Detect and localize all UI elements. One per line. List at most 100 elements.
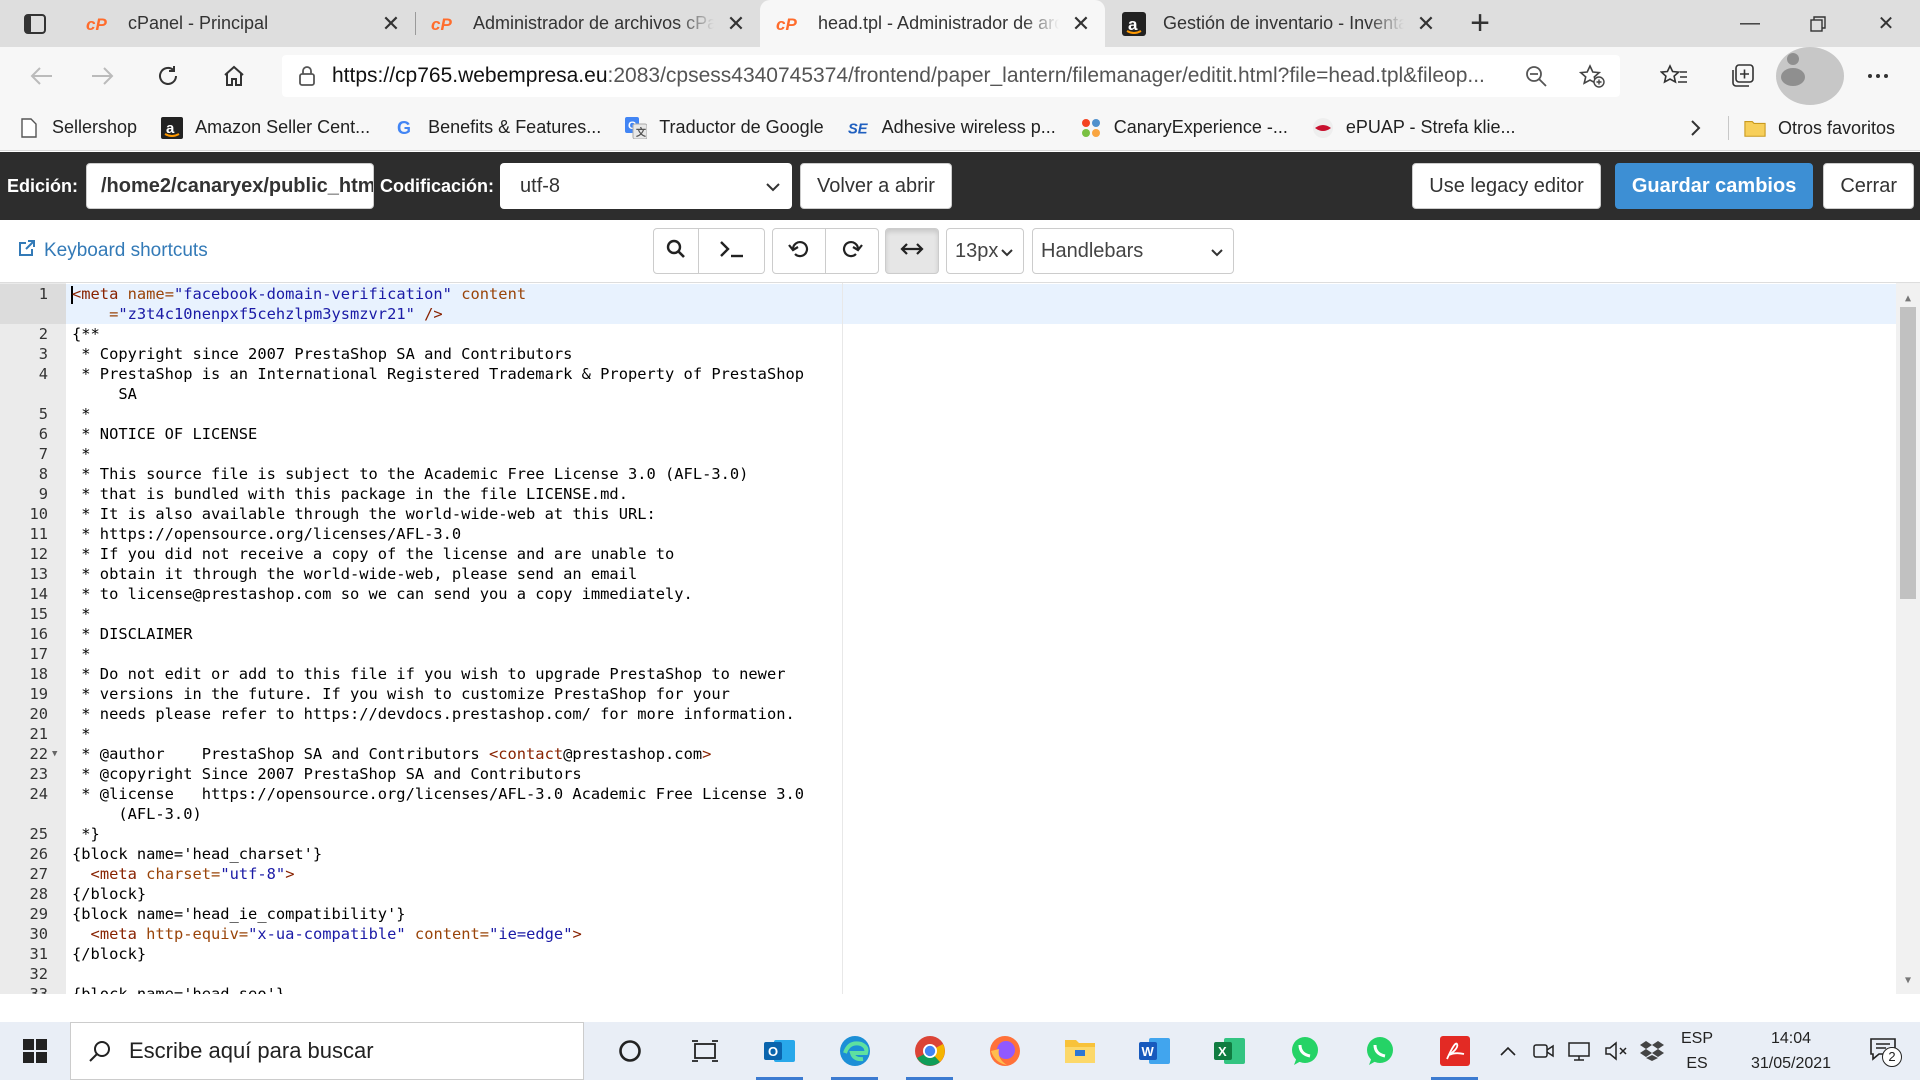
bookmark-item[interactable]: Sellershop [18, 117, 137, 139]
new-tab-button[interactable]: + [1450, 0, 1510, 47]
taskbar-search[interactable]: Escribe aquí para buscar [70, 1022, 584, 1080]
redo-icon [841, 238, 863, 265]
file-explorer-icon[interactable] [1042, 1022, 1117, 1080]
forward-icon[interactable] [72, 47, 132, 105]
close-tab-icon[interactable]: ✕ [379, 11, 403, 36]
bookmark-item[interactable]: SE Adhesive wireless p... [848, 117, 1056, 139]
cortana-icon[interactable] [592, 1022, 667, 1080]
code-line: * needs please refer to https://devdocs.… [72, 705, 795, 723]
more-options-icon[interactable] [1844, 47, 1912, 105]
minimize-icon[interactable]: — [1716, 0, 1784, 47]
line-number: 2 [38, 325, 48, 343]
volume-muted-icon[interactable] [1598, 1041, 1634, 1061]
scroll-up-arrow-icon[interactable]: ▲ [1896, 289, 1920, 307]
window-controls: — ✕ [1716, 0, 1920, 47]
chrome-icon[interactable] [892, 1022, 967, 1080]
clock[interactable]: 14:04 31/05/2021 [1736, 1026, 1846, 1076]
whatsapp-icon[interactable] [1267, 1022, 1342, 1080]
bookmark-item[interactable]: G Benefits & Features... [394, 117, 601, 139]
bookmark-item[interactable]: a Amazon Seller Cent... [161, 116, 370, 139]
firefox-icon[interactable] [967, 1022, 1042, 1080]
close-window-icon[interactable]: ✕ [1852, 0, 1920, 47]
bookmark-item[interactable]: G文 Traductor de Google [625, 116, 824, 139]
line-number: 20 [29, 705, 48, 723]
whatsapp-icon[interactable] [1342, 1022, 1417, 1080]
fold-arrow-icon[interactable]: ▼ [52, 749, 57, 759]
line-number: 14 [29, 585, 48, 603]
more-bookmarks-chevron-icon[interactable] [1690, 105, 1702, 151]
edge-icon[interactable] [817, 1022, 892, 1080]
close-button[interactable]: Cerrar [1823, 163, 1914, 209]
task-view-icon[interactable] [667, 1022, 742, 1080]
code-editor[interactable]: 1 2 3 4 5 6 7 8 9 10 11 12 13 14 15 16 1… [0, 282, 1920, 994]
vertical-scrollbar[interactable]: ▲ ▼ [1896, 283, 1920, 994]
lock-icon[interactable] [282, 65, 332, 87]
encoding-select[interactable]: utf-8 [500, 163, 793, 209]
bookmark-label: Traductor de Google [659, 117, 824, 137]
bookmark-item[interactable]: ePUAP - Strefa klie... [1312, 117, 1516, 139]
encoding-value: utf-8 [520, 174, 561, 197]
language-code: ESP [1680, 1030, 1713, 1047]
code-line: * [72, 725, 91, 743]
undo-button[interactable] [772, 228, 826, 274]
profile-avatar[interactable] [1776, 47, 1844, 105]
legacy-editor-button[interactable]: Use legacy editor [1412, 163, 1601, 209]
wrap-arrows-icon [900, 242, 924, 261]
collections-icon[interactable] [1708, 47, 1776, 105]
line-number: 11 [29, 525, 48, 543]
excel-icon[interactable]: X [1192, 1022, 1267, 1080]
windows-start-icon[interactable] [0, 1022, 70, 1080]
file-path-field[interactable]: /home2/canaryex/public_html [86, 163, 374, 209]
favorites-icon[interactable] [1640, 47, 1708, 105]
scroll-down-arrow-icon[interactable]: ▼ [1896, 971, 1920, 989]
code-line: * @license https://opensource.org/licens… [72, 785, 805, 803]
address-bar[interactable]: https://cp765.webempresa.eu:2083/cpsess4… [282, 55, 1620, 97]
meet-now-icon[interactable] [1526, 1042, 1562, 1060]
keyboard-shortcuts-link[interactable]: Keyboard shortcuts [18, 239, 208, 263]
input-language[interactable]: ESP ES [1672, 1026, 1722, 1076]
chevron-up-icon[interactable] [1490, 1046, 1526, 1056]
close-tab-icon[interactable]: ✕ [724, 11, 748, 36]
search-button[interactable] [653, 228, 699, 274]
bookmark-item[interactable]: CanaryExperience -... [1080, 117, 1288, 139]
browser-tab[interactable]: a Gestión de inventario - Inventario ✕ [1105, 0, 1450, 47]
mode-select[interactable]: Handlebars [1032, 228, 1234, 274]
add-favorite-icon[interactable] [1564, 64, 1620, 88]
edit-label: Edición: [7, 175, 78, 196]
close-tab-icon[interactable]: ✕ [1069, 11, 1093, 36]
cpanel-icon: cP [431, 11, 457, 37]
goto-line-button[interactable] [698, 228, 765, 274]
zoom-icon[interactable] [1508, 64, 1564, 88]
close-tab-icon[interactable]: ✕ [1414, 11, 1438, 36]
word-icon[interactable]: W [1117, 1022, 1192, 1080]
code-line: * NOTICE OF LICENSE [72, 425, 258, 443]
redo-button[interactable] [825, 228, 879, 274]
browser-tab[interactable]: cP Administrador de archivos cPanel ✕ [415, 0, 760, 47]
font-size-select[interactable]: 13px [946, 228, 1024, 274]
scrollbar-thumb[interactable] [1900, 307, 1916, 599]
keyboard-shortcuts-label: Keyboard shortcuts [44, 240, 208, 261]
tab-actions-icon[interactable] [0, 0, 70, 47]
reload-icon[interactable] [138, 47, 198, 105]
code-line: * that is bundled with this package in t… [72, 485, 628, 503]
back-icon[interactable] [12, 47, 72, 105]
home-icon[interactable] [204, 47, 264, 105]
browser-tab-active[interactable]: cP head.tpl - Administrador de archivos … [760, 0, 1105, 47]
acrobat-icon[interactable] [1417, 1022, 1492, 1080]
word-wrap-toggle[interactable] [885, 228, 939, 274]
save-changes-button[interactable]: Guardar cambios [1614, 163, 1814, 209]
outlook-icon[interactable]: O [742, 1022, 817, 1080]
cpanel-icon: cP [86, 11, 112, 37]
mode-value: Handlebars [1041, 239, 1144, 262]
code-line: {** [72, 325, 100, 343]
browser-tab[interactable]: cP cPanel - Principal ✕ [70, 0, 415, 47]
reopen-button[interactable]: Volver a abrir [800, 163, 952, 209]
url-text[interactable]: https://cp765.webempresa.eu:2083/cpsess4… [332, 64, 1508, 88]
code-line: * @copyright Since 2007 PrestaShop SA an… [72, 765, 582, 783]
network-icon[interactable] [1562, 1041, 1598, 1061]
line-number: 28 [29, 885, 48, 903]
restore-icon[interactable] [1784, 0, 1852, 47]
notifications-button[interactable]: 2 [1850, 1022, 1920, 1080]
other-bookmarks[interactable]: Otros favoritos [1744, 105, 1895, 151]
dropbox-icon[interactable] [1634, 1040, 1670, 1062]
